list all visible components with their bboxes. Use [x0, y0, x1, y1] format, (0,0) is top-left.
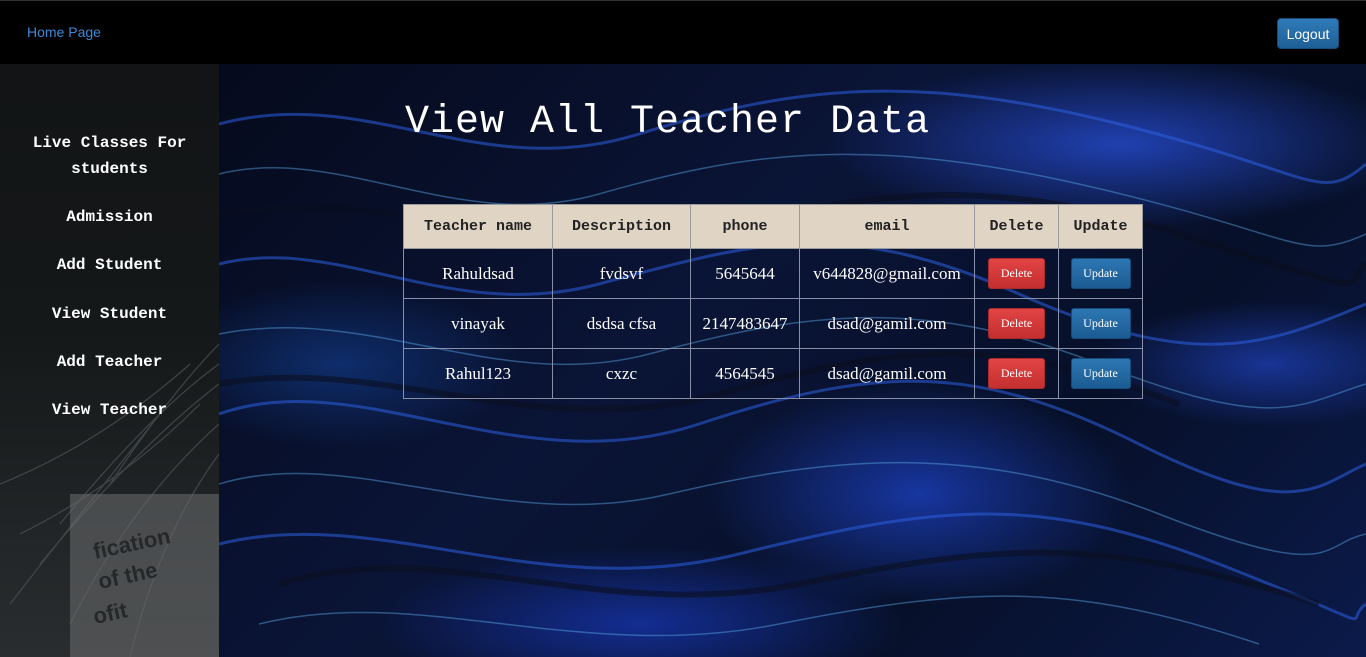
column-header-delete: Delete	[974, 204, 1059, 249]
delete-button[interactable]: Delete	[988, 358, 1045, 389]
sidebar: fication of the ofit Live Classes For st…	[0, 64, 219, 657]
table-row: vinayak dsdsa cfsa 2147483647 dsad@gamil…	[403, 298, 1143, 349]
cell-teacher-name: vinayak	[403, 298, 553, 349]
teacher-table: Teacher name Description phone email Del…	[403, 204, 1143, 399]
cell-description: fvdsvf	[552, 248, 691, 299]
update-button[interactable]: Update	[1070, 358, 1131, 389]
cell-teacher-name: Rahul123	[403, 348, 553, 399]
cell-phone: 5645644	[690, 248, 800, 299]
cell-description: dsdsa cfsa	[552, 298, 691, 349]
table-row: Rahul123 cxzc 4564545 dsad@gamil.com Del…	[403, 348, 1143, 399]
cell-email: dsad@gamil.com	[799, 298, 975, 349]
column-header-update: Update	[1058, 204, 1143, 249]
cell-phone: 2147483647	[690, 298, 800, 349]
main-content: View All Teacher Data Teacher name Descr…	[219, 64, 1366, 657]
cell-email: dsad@gamil.com	[799, 348, 975, 399]
cell-phone: 4564545	[690, 348, 800, 399]
delete-button[interactable]: Delete	[988, 258, 1045, 289]
sidebar-item-live-classes[interactable]: Live Classes For students	[0, 130, 219, 182]
table-row: Rahuldsad fvdsvf 5645644 v644828@gmail.c…	[403, 248, 1143, 299]
cell-delete: Delete	[974, 248, 1059, 299]
column-header-email: email	[799, 204, 975, 249]
sidebar-item-view-student[interactable]: View Student	[0, 301, 219, 327]
cell-description: cxzc	[552, 348, 691, 399]
home-page-link[interactable]: Home Page	[27, 24, 101, 40]
update-button[interactable]: Update	[1070, 308, 1131, 339]
cell-update: Update	[1058, 298, 1143, 349]
cell-teacher-name: Rahuldsad	[403, 248, 553, 299]
cell-update: Update	[1058, 248, 1143, 299]
table-header-row: Teacher name Description phone email Del…	[403, 204, 1143, 249]
sidebar-item-add-student[interactable]: Add Student	[0, 252, 219, 278]
sidebar-item-admission[interactable]: Admission	[0, 204, 219, 230]
cell-delete: Delete	[974, 348, 1059, 399]
sidebar-item-add-teacher[interactable]: Add Teacher	[0, 349, 219, 375]
column-header-phone: phone	[690, 204, 800, 249]
sidebar-item-view-teacher[interactable]: View Teacher	[0, 397, 219, 423]
page-title: View All Teacher Data	[405, 100, 931, 145]
cell-update: Update	[1058, 348, 1143, 399]
column-header-teacher-name: Teacher name	[403, 204, 553, 249]
column-header-description: Description	[552, 204, 691, 249]
top-navbar: Home Page Logout	[0, 0, 1366, 64]
update-button[interactable]: Update	[1070, 258, 1131, 289]
cell-delete: Delete	[974, 298, 1059, 349]
logout-button[interactable]: Logout	[1277, 18, 1339, 49]
delete-button[interactable]: Delete	[988, 308, 1045, 339]
cell-email: v644828@gmail.com	[799, 248, 975, 299]
